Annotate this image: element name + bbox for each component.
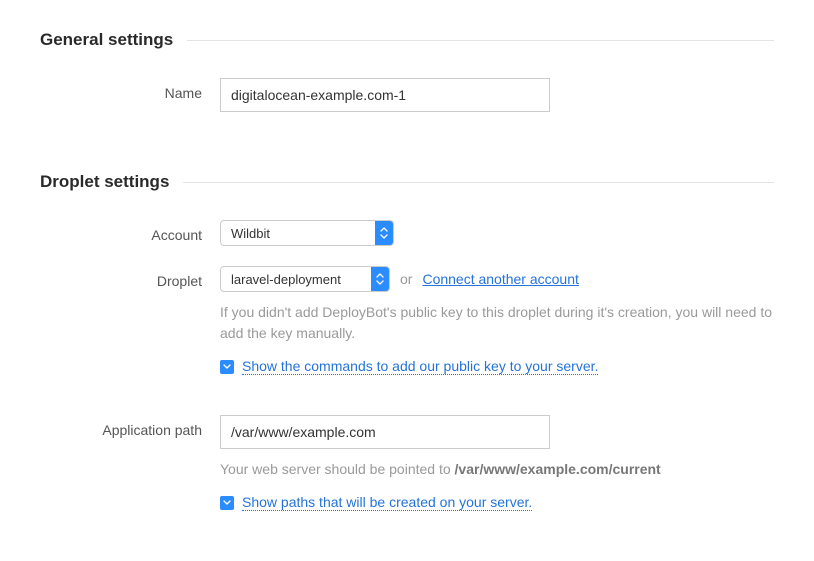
droplet-label: Droplet: [40, 266, 220, 289]
app-path-helper-text: Your web server should be pointed to /va…: [220, 459, 774, 480]
app-path-row: Application path Your web server should …: [40, 415, 774, 511]
connect-another-account-link[interactable]: Connect another account: [422, 271, 578, 287]
select-updown-icon: [375, 221, 393, 245]
show-commands-link[interactable]: Show the commands to add our public key …: [242, 358, 598, 375]
droplet-settings-heading: Droplet settings: [40, 172, 774, 192]
general-settings-title: General settings: [40, 30, 173, 50]
account-label: Account: [40, 220, 220, 243]
droplet-settings-title: Droplet settings: [40, 172, 169, 192]
or-text: or: [400, 271, 412, 287]
name-row: Name: [40, 78, 774, 112]
show-paths-toggle[interactable]: Show paths that will be created on your …: [220, 494, 774, 511]
app-path-input[interactable]: [220, 415, 550, 449]
account-select[interactable]: Wildbit: [220, 220, 394, 246]
droplet-row: Droplet laravel-deployment or Connect an…: [40, 266, 774, 375]
show-paths-link[interactable]: Show paths that will be created on your …: [242, 494, 532, 511]
chevron-down-icon: [220, 360, 234, 374]
app-path-label: Application path: [40, 415, 220, 438]
name-label: Name: [40, 78, 220, 101]
droplet-select-value: laravel-deployment: [231, 272, 341, 287]
chevron-down-icon: [220, 496, 234, 510]
heading-divider: [187, 40, 774, 41]
heading-divider: [183, 182, 774, 183]
name-input[interactable]: [220, 78, 550, 112]
select-updown-icon: [371, 267, 389, 291]
general-settings-heading: General settings: [40, 30, 774, 50]
show-commands-toggle[interactable]: Show the commands to add our public key …: [220, 358, 774, 375]
account-row: Account Wildbit: [40, 220, 774, 246]
app-path-helper-bold: /var/www/example.com/current: [455, 461, 661, 477]
droplet-helper-text: If you didn't add DeployBot's public key…: [220, 302, 774, 344]
droplet-select[interactable]: laravel-deployment: [220, 266, 390, 292]
account-select-value: Wildbit: [231, 226, 270, 241]
